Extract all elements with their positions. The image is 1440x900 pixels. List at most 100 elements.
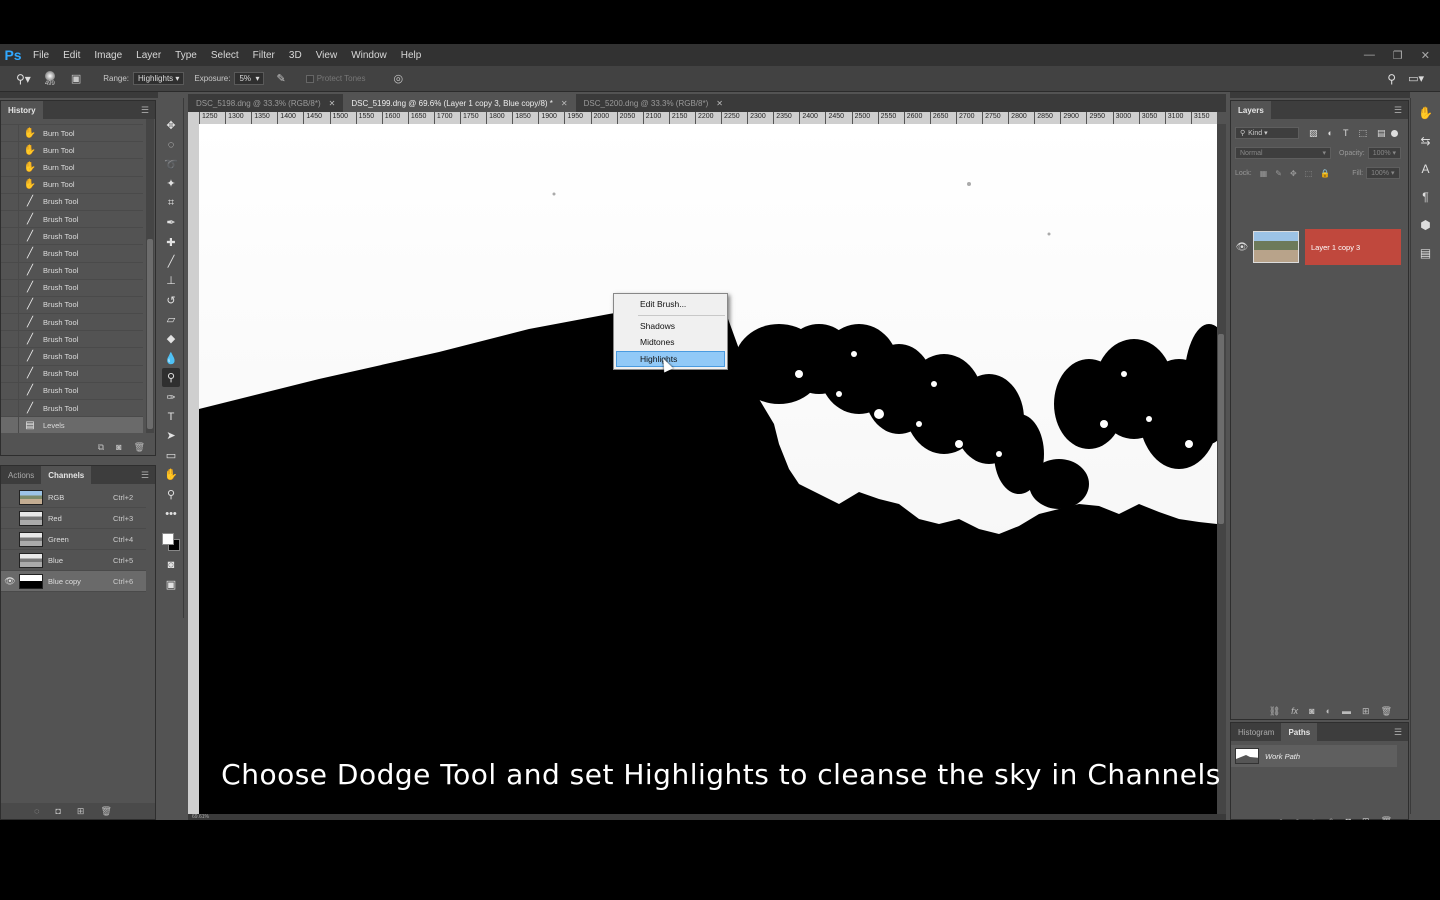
load-path-selection-icon[interactable]: ◌ xyxy=(1311,816,1316,820)
history-source-checkbox[interactable] xyxy=(1,159,19,176)
add-mask-icon[interactable]: ◙ xyxy=(1309,706,1314,716)
fx-icon[interactable]: fx xyxy=(1291,706,1298,716)
fill-path-icon[interactable]: ● xyxy=(1278,816,1283,820)
history-state[interactable]: ╱ Brush Tool xyxy=(1,331,143,349)
history-source-checkbox[interactable] xyxy=(1,296,19,314)
rectangle-tool-icon[interactable]: ▭ xyxy=(162,446,180,465)
new-group-icon[interactable]: ▬ xyxy=(1342,706,1351,716)
channel-row-green[interactable]: Green Ctrl+4 xyxy=(1,529,146,550)
panel-menu-icon[interactable]: ☰ xyxy=(1394,105,1402,116)
history-source-checkbox[interactable] xyxy=(1,142,19,159)
history-brush-tool-icon[interactable]: ↺ xyxy=(162,291,180,310)
menu-item-edit-brush[interactable]: Edit Brush... xyxy=(614,296,727,313)
menu-item-shadows[interactable]: Shadows xyxy=(614,318,727,335)
filter-toggle[interactable] xyxy=(1391,129,1399,137)
history-state[interactable]: ✋ Burn Tool xyxy=(1,176,143,194)
visibility-eye-icon[interactable]: 👁 xyxy=(1231,242,1253,253)
trash-icon[interactable]: 🗑 xyxy=(1381,816,1392,821)
menu-filter[interactable]: Filter xyxy=(246,50,282,61)
blur-tool-icon[interactable]: 💧 xyxy=(162,349,180,368)
history-state[interactable]: ╱ Brush Tool xyxy=(1,296,143,315)
history-source-checkbox[interactable] xyxy=(1,314,19,331)
dodge-tool-icon[interactable]: ⚲ xyxy=(162,368,180,388)
menu-edit[interactable]: Edit xyxy=(56,50,87,61)
close-tab-icon[interactable]: ✕ xyxy=(561,99,568,108)
history-source-checkbox[interactable] xyxy=(1,210,19,228)
hand-tool-icon[interactable]: ✋ xyxy=(162,465,180,484)
close-tab-icon[interactable]: ✕ xyxy=(716,99,723,108)
character-icon[interactable]: A xyxy=(1417,160,1435,178)
history-state[interactable]: ╱ Brush Tool xyxy=(1,365,143,383)
history-source-checkbox[interactable] xyxy=(1,331,19,348)
lock-all-icon[interactable]: 🔒 xyxy=(1320,169,1330,178)
canvas-scroll-thumb[interactable] xyxy=(1218,334,1224,524)
pressure-size-icon[interactable]: ◎ xyxy=(393,72,403,85)
brush-panel-toggle-icon[interactable]: ▣ xyxy=(71,72,81,85)
document-tab[interactable]: DSC_5198.dng @ 33.3% (RGB/8*) ✕ xyxy=(188,94,343,112)
airbrush-icon[interactable]: ✎ xyxy=(276,72,285,85)
tab-history[interactable]: History xyxy=(1,101,43,119)
history-source-checkbox[interactable] xyxy=(1,348,19,365)
paint-bucket-tool-icon[interactable]: ◆ xyxy=(162,329,180,348)
foreground-color-swatch[interactable] xyxy=(162,533,174,546)
lock-artboard-icon[interactable]: ⬚ xyxy=(1305,169,1313,178)
paragraph-icon[interactable]: ¶ xyxy=(1417,188,1435,206)
document-canvas[interactable] xyxy=(199,124,1217,814)
magic-wand-tool-icon[interactable]: ✦ xyxy=(162,174,180,193)
menu-window[interactable]: Window xyxy=(344,50,394,61)
path-selection-tool-icon[interactable]: ➤ xyxy=(162,426,180,445)
filter-pixel-icon[interactable]: ▨ xyxy=(1309,128,1318,139)
minimize-button[interactable]: — xyxy=(1364,49,1375,61)
adjustment-layer-icon[interactable]: ◐ xyxy=(1326,706,1331,716)
history-state[interactable]: ╱ Brush Tool xyxy=(1,228,143,246)
panel-menu-icon[interactable]: ☰ xyxy=(141,470,149,481)
menu-file[interactable]: File xyxy=(26,50,56,61)
layer-row[interactable]: 👁 Layer 1 copy 3 xyxy=(1231,229,1401,265)
history-state[interactable]: ✋ Burn Tool xyxy=(1,142,143,160)
menu-layer[interactable]: Layer xyxy=(129,50,168,61)
history-source-checkbox[interactable] xyxy=(1,228,19,245)
history-state[interactable]: ╱ Brush Tool xyxy=(1,382,143,400)
link-layers-icon[interactable]: ⛓ xyxy=(1269,706,1280,717)
canvas-scrollbar[interactable] xyxy=(1217,124,1226,814)
menu-type[interactable]: Type xyxy=(168,50,204,61)
history-source-checkbox[interactable] xyxy=(1,176,19,193)
history-source-checkbox[interactable] xyxy=(1,365,19,382)
eyedropper-tool-icon[interactable]: ✒ xyxy=(162,213,180,232)
history-state[interactable]: ╱ Brush Tool xyxy=(1,245,143,263)
panel-menu-icon[interactable]: ☰ xyxy=(1394,727,1402,738)
lock-image-icon[interactable]: ✎ xyxy=(1275,169,1282,178)
history-state[interactable]: ╱ Brush Tool xyxy=(1,210,143,229)
tab-layers[interactable]: Layers xyxy=(1231,101,1271,119)
dodge-tool-preset-icon[interactable]: ⚲▾ xyxy=(16,72,31,86)
lock-transparent-icon[interactable]: ▦ xyxy=(1260,169,1268,178)
protect-tones-option[interactable]: Protect Tones xyxy=(305,74,365,83)
save-selection-icon[interactable]: ◘ xyxy=(55,806,60,816)
channel-row-blue[interactable]: Blue Ctrl+5 xyxy=(1,550,146,571)
channel-row-red[interactable]: Red Ctrl+3 xyxy=(1,508,146,529)
filter-smart-object-icon[interactable]: ▤ xyxy=(1377,128,1386,139)
pen-tool-icon[interactable]: ✑ xyxy=(162,387,180,406)
panel-menu-icon[interactable]: ☰ xyxy=(141,105,149,116)
menu-help[interactable]: Help xyxy=(394,50,429,61)
brush-tool-icon[interactable]: ╱ xyxy=(162,252,180,271)
vertical-ruler[interactable] xyxy=(188,124,199,814)
history-source-checkbox[interactable] xyxy=(1,262,19,279)
healing-brush-tool-icon[interactable]: ✚ xyxy=(162,232,180,251)
trash-icon[interactable]: 🗑 xyxy=(1381,706,1392,717)
tab-paths[interactable]: Paths xyxy=(1281,723,1318,741)
close-button[interactable]: ✕ xyxy=(1421,49,1430,62)
quick-mask-icon[interactable]: ◙ xyxy=(162,555,180,574)
history-source-checkbox[interactable] xyxy=(1,382,19,399)
trash-icon[interactable]: 🗑 xyxy=(100,806,111,817)
lock-position-icon[interactable]: ✥ xyxy=(1290,169,1297,178)
exposure-field[interactable]: 5% ▾ xyxy=(234,72,265,85)
clone-stamp-tool-icon[interactable]: ⊥ xyxy=(162,271,180,290)
visibility-eye-icon[interactable]: 👁 xyxy=(1,576,19,587)
history-state[interactable]: ╱ Brush Tool xyxy=(1,314,143,332)
new-layer-icon[interactable]: ⊞ xyxy=(1362,706,1370,717)
tab-histogram[interactable]: Histogram xyxy=(1231,723,1281,741)
document-tab[interactable]: DSC_5200.dng @ 33.3% (RGB/8*) ✕ xyxy=(576,94,731,112)
brush-preset-picker[interactable]: 499 xyxy=(44,70,55,87)
trash-icon[interactable]: 🗑 xyxy=(134,442,145,453)
